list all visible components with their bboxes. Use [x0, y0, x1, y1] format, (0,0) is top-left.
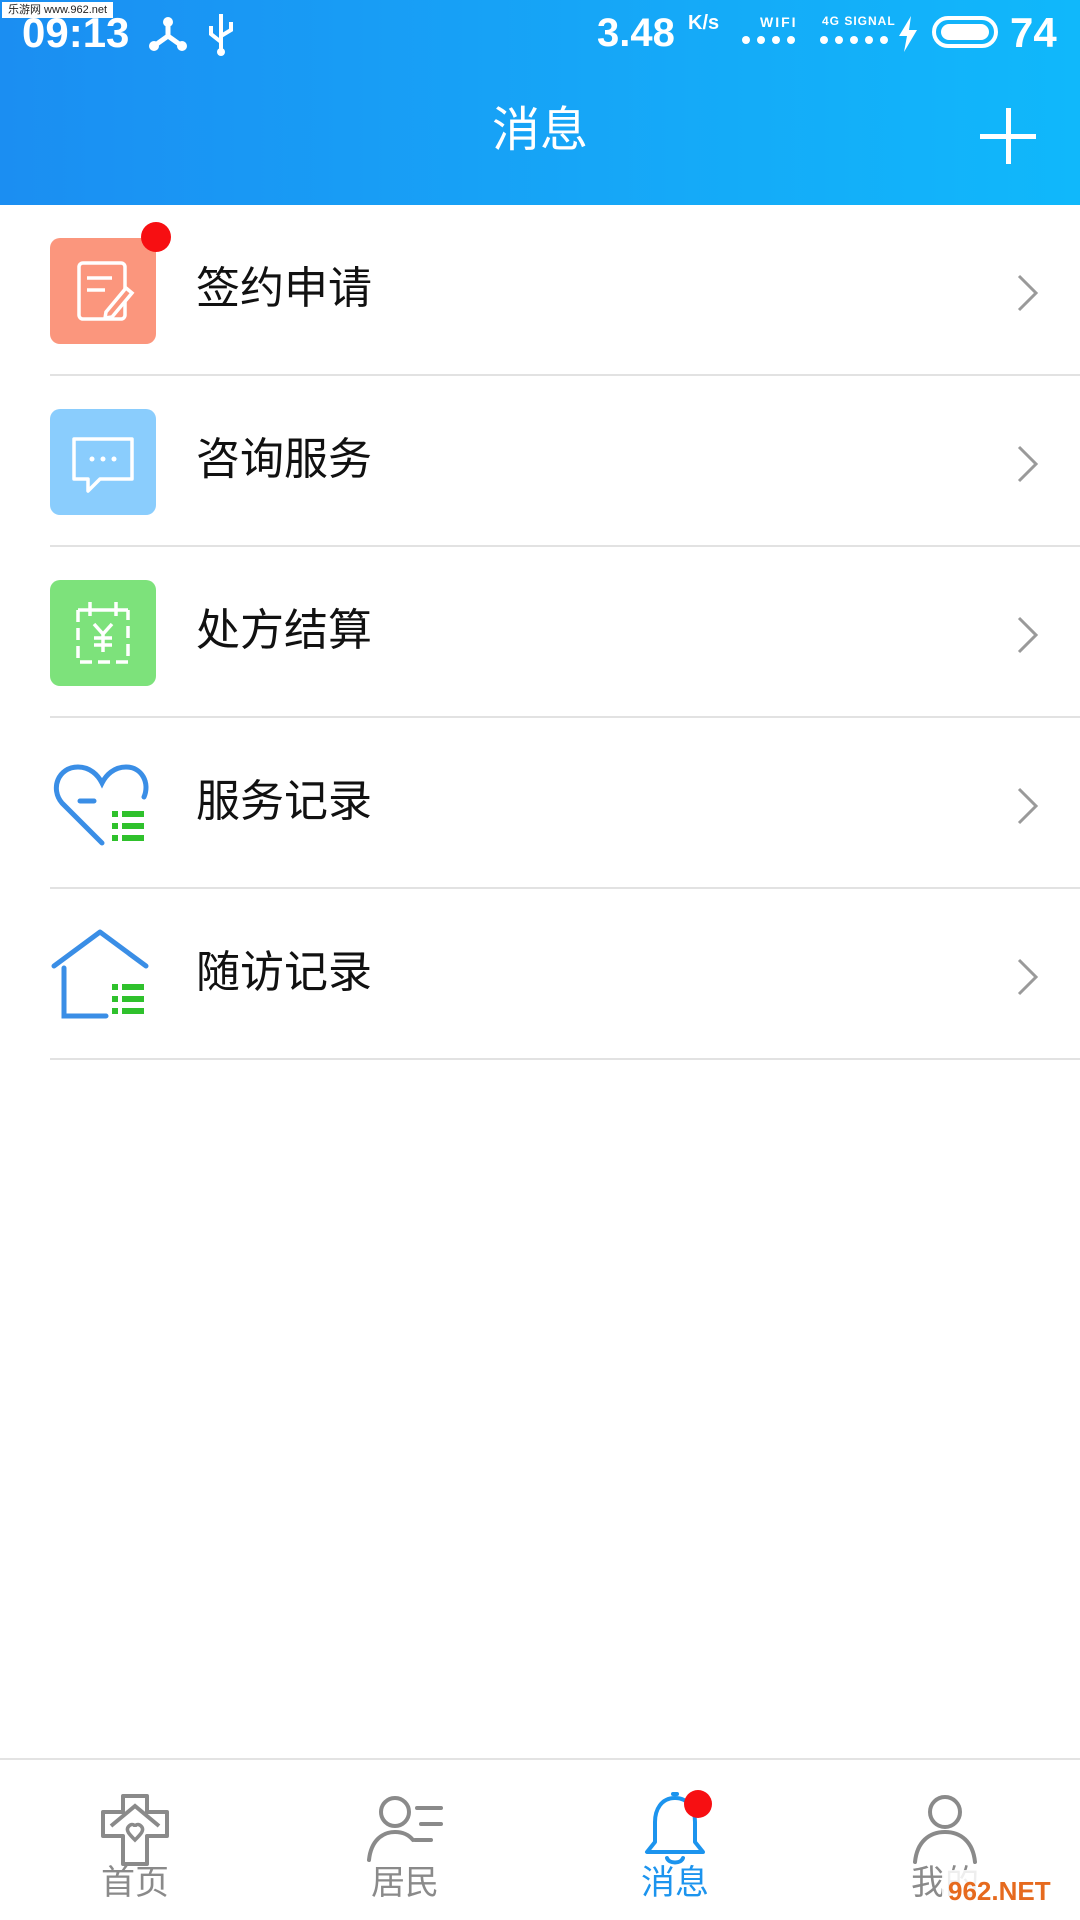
- unread-badge: [141, 222, 171, 252]
- battery-icon: [932, 16, 998, 48]
- plus-icon[interactable]: [980, 108, 1036, 164]
- status-bar: 09:13 3.48 K/s WIFI 4G SIGNAL 74: [0, 0, 1080, 70]
- chevron-right-icon: [1017, 787, 1039, 825]
- chevron-right-icon: [1017, 274, 1039, 312]
- menu-item-prescription[interactable]: 处方结算: [0, 547, 1080, 718]
- heart-list-icon: [50, 751, 156, 857]
- signal-strength-dots: [820, 36, 888, 44]
- page-title: 消息: [491, 102, 588, 158]
- menu-item-label: 咨询服务: [196, 434, 372, 485]
- yuan-receipt-icon: [50, 580, 156, 686]
- tab-messages[interactable]: 消息: [540, 1760, 810, 1920]
- wifi-label: WIFI: [760, 14, 798, 30]
- unread-badge: [684, 1790, 712, 1818]
- tab-label: 首页: [101, 1863, 169, 1903]
- person-icon: [913, 1795, 977, 1864]
- menu-item-label: 随访记录: [196, 947, 372, 998]
- battery-level: 74: [1010, 9, 1057, 56]
- watermark-corner-text: 962.NET: [948, 1876, 1051, 1906]
- menu-item-followup-record[interactable]: 随访记录: [0, 889, 1080, 1060]
- nfc-icon: [149, 17, 187, 51]
- signal-label: 4G SIGNAL: [822, 14, 896, 28]
- chevron-right-icon: [1017, 616, 1039, 654]
- net-speed: 3.48: [597, 11, 675, 55]
- chevron-right-icon: [1017, 958, 1039, 996]
- menu-item-consult[interactable]: 咨询服务: [0, 376, 1080, 547]
- net-speed-unit: K/s: [688, 12, 720, 34]
- resident-list-icon: [367, 1796, 443, 1862]
- contract-edit-icon: [50, 238, 156, 344]
- tab-residents[interactable]: 居民: [270, 1760, 540, 1920]
- wifi-strength-dots: [742, 36, 795, 44]
- bottom-tab-bar: 首页 居民 消息 我的: [0, 1758, 1080, 1920]
- message-menu: 签约申请 咨询服务 处方结算 服务记录 随访记录: [0, 205, 1080, 1060]
- tab-home[interactable]: 首页: [0, 1760, 270, 1920]
- chevron-right-icon: [1017, 445, 1039, 483]
- menu-item-label: 签约申请: [196, 263, 372, 314]
- watermark-top: 乐游网 www.962.net: [2, 2, 114, 18]
- menu-item-contract[interactable]: 签约申请: [0, 205, 1080, 376]
- menu-item-label: 处方结算: [196, 605, 372, 656]
- top-bar: 09:13 3.48 K/s WIFI 4G SIGNAL 74 消息: [0, 0, 1080, 205]
- chat-bubble-icon: [50, 409, 156, 515]
- tab-label: 消息: [641, 1863, 709, 1903]
- charging-icon: [899, 16, 917, 52]
- menu-item-service-record[interactable]: 服务记录: [0, 718, 1080, 889]
- watermark-corner: 962.NET: [942, 1870, 1076, 1914]
- home-cross-icon: [101, 1794, 169, 1866]
- house-list-icon: [50, 922, 156, 1028]
- usb-icon: [209, 14, 233, 56]
- tab-label: 居民: [371, 1863, 439, 1903]
- menu-item-label: 服务记录: [196, 776, 372, 827]
